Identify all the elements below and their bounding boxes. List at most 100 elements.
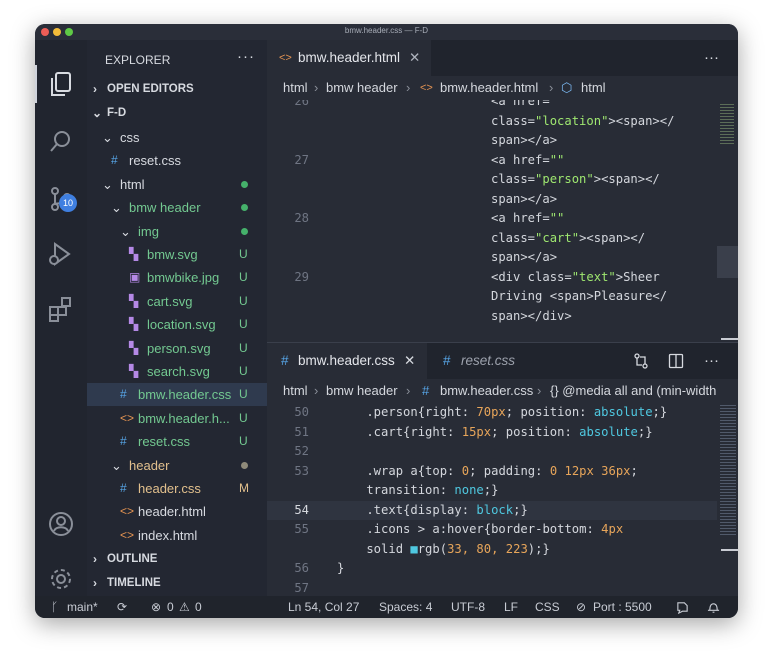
code-text: .text{display: block;} xyxy=(337,501,527,521)
tree-folder[interactable]: ⌄ css xyxy=(87,126,267,149)
code-line[interactable]: 29 <div class="text">Sheer xyxy=(267,268,717,288)
error-count[interactable]: 0 xyxy=(167,596,174,618)
code-line[interactable]: 55 .icons > a:hover{border-bottom: 4px xyxy=(267,520,717,540)
tree-folder[interactable]: ⌄ header xyxy=(87,454,267,477)
feedback-icon[interactable] xyxy=(676,601,689,614)
tree-item-label: img xyxy=(138,223,159,239)
code-line[interactable]: transition: none;} xyxy=(267,481,717,501)
code-line[interactable]: span></a> xyxy=(267,131,717,151)
tree-file[interactable]: ▚ search.svg U xyxy=(87,360,267,383)
errors-icon: ⊗ xyxy=(151,600,162,614)
warning-count[interactable]: 0 xyxy=(195,596,202,618)
code-line[interactable]: class="location"><span></ xyxy=(267,112,717,132)
eol-setting[interactable]: LF xyxy=(504,596,518,618)
breadcrumb-item[interactable]: bmw.header.html xyxy=(440,76,538,100)
cursor-position[interactable]: Ln 54, Col 27 xyxy=(288,596,359,618)
tree-file[interactable]: ▚ person.svg U xyxy=(87,337,267,360)
breadcrumb-item[interactable]: html xyxy=(581,76,606,100)
code-line[interactable]: 51 .cart{right: 15px; position: absolute… xyxy=(267,423,717,443)
language-mode[interactable]: CSS xyxy=(535,596,560,618)
chevron-down-icon: ⌄ xyxy=(111,457,122,473)
code-token: "location" xyxy=(535,113,609,128)
code-token: ; xyxy=(630,463,638,478)
open-editors-section[interactable]: › OPEN EDITORS xyxy=(87,78,267,101)
code-line[interactable]: span></a> xyxy=(267,248,717,268)
breadcrumb-item[interactable]: html xyxy=(283,76,308,100)
code-line[interactable]: class="cart"><span></ xyxy=(267,229,717,249)
breadcrumb-item[interactable]: bmw header xyxy=(326,379,398,403)
top-code-editor[interactable]: 26 <a href= class="location"><span></span>… xyxy=(267,100,717,342)
code-line[interactable]: solid ■rgb(33, 80, 223);} xyxy=(267,540,717,560)
breadcrumb-item[interactable]: bmw header xyxy=(326,76,398,100)
tree-file[interactable]: # header.css M xyxy=(87,477,267,500)
code-token: absolute xyxy=(593,405,653,419)
line-number: 51 xyxy=(294,424,309,439)
breadcrumb-item[interactable]: {} @media all and (min-width xyxy=(550,379,716,403)
code-line[interactable]: 28 <a href="" xyxy=(267,209,717,229)
split-editor-icon[interactable] xyxy=(668,353,684,369)
gear-icon[interactable] xyxy=(47,565,75,593)
bottom-minimap[interactable] xyxy=(717,403,738,596)
account-icon[interactable] xyxy=(47,510,75,538)
tree-file[interactable]: <> index.html xyxy=(87,524,267,547)
code-line[interactable]: Driving <span>Pleasure</ xyxy=(267,287,717,307)
bottom-code-editor[interactable]: 50 .person{right: 70px; position: absolu… xyxy=(267,403,717,596)
live-server-port[interactable]: Port : 5500 xyxy=(593,596,652,618)
code-line[interactable]: span></div> xyxy=(267,307,717,327)
timeline-section[interactable]: › TIMELINE xyxy=(87,572,267,595)
code-line[interactable]: 53 .wrap a{top: 0; padding: 0 12px 36px; xyxy=(267,462,717,482)
code-line[interactable]: 52 xyxy=(267,442,717,462)
css-file-icon: # xyxy=(120,481,127,495)
bottom-pane-more-button[interactable]: ··· xyxy=(704,343,719,379)
tree-folder[interactable]: ⌄ html xyxy=(87,173,267,196)
branch-status[interactable]: main* xyxy=(67,596,98,618)
top-minimap[interactable] xyxy=(717,100,738,342)
close-tab-icon[interactable]: ✕ xyxy=(409,40,420,76)
code-line[interactable]: 50 .person{right: 70px; position: absolu… xyxy=(267,403,717,423)
tree-folder[interactable]: ⌄ bmw header xyxy=(87,196,267,219)
code-line[interactable]: class="person"><span></ xyxy=(267,170,717,190)
tree-file[interactable]: ▚ bmw.svg U xyxy=(87,243,267,266)
no-entry-icon: ⊘ xyxy=(576,600,587,614)
code-token: ; position: xyxy=(505,405,594,419)
explorer-icon[interactable] xyxy=(47,70,75,98)
tab-bmw-header-html[interactable]: <> bmw.header.html ✕ xyxy=(267,40,431,76)
code-line[interactable]: 57 xyxy=(267,579,717,597)
extensions-icon[interactable] xyxy=(47,295,75,323)
tree-file[interactable]: # bmw.header.css U xyxy=(87,383,267,407)
top-pane-more-button[interactable]: ··· xyxy=(704,40,719,76)
close-tab-icon[interactable]: ✕ xyxy=(404,343,415,379)
code-line[interactable]: 27 <a href="" xyxy=(267,151,717,171)
run-debug-icon[interactable] xyxy=(47,240,75,268)
breadcrumb-item[interactable]: bmw.header.css xyxy=(440,379,533,403)
tree-file[interactable]: ▚ location.svg U xyxy=(87,313,267,336)
tab-bmw-header-css[interactable]: # bmw.header.css ✕ xyxy=(267,343,427,379)
code-token: span></div> xyxy=(491,308,572,323)
tree-folder[interactable]: ⌄ img xyxy=(87,220,267,243)
tab-reset-css[interactable]: # reset.css xyxy=(427,343,547,379)
outline-section[interactable]: › OUTLINE xyxy=(87,548,267,571)
code-line[interactable]: 26 <a href= xyxy=(267,100,717,112)
indentation-setting[interactable]: Spaces: 4 xyxy=(379,596,432,618)
tree-file[interactable]: # reset.css U xyxy=(87,430,267,453)
code-text: class="cart"><span></ xyxy=(491,229,645,249)
tree-file[interactable]: ▣ bmwbike.jpg U xyxy=(87,266,267,289)
compare-changes-icon[interactable] xyxy=(633,353,649,369)
explorer-more-button[interactable]: ··· xyxy=(237,48,255,65)
tree-file[interactable]: ▚ cart.svg U xyxy=(87,290,267,313)
svg-file-icon: ▚ xyxy=(129,364,139,378)
editor-area: <> bmw.header.html ✕ ··· html › bmw head… xyxy=(267,40,738,596)
search-icon[interactable] xyxy=(47,128,75,156)
status-bar: ᚴ main* ⟳ ⊗ 0 ⚠ 0 Ln 54, Col 27 Spaces: … xyxy=(35,596,738,618)
breadcrumb-item[interactable]: html xyxy=(283,379,308,403)
project-folder-section[interactable]: ⌄ F-D xyxy=(87,102,267,125)
sync-icon[interactable]: ⟳ xyxy=(117,596,127,618)
code-line[interactable]: 54 .text{display: block;} xyxy=(267,500,717,521)
tree-file[interactable]: <> bmw.header.h... U xyxy=(87,407,267,430)
tree-file[interactable]: <> header.html xyxy=(87,500,267,523)
code-line[interactable]: 56} xyxy=(267,559,717,579)
encoding-setting[interactable]: UTF-8 xyxy=(451,596,485,618)
code-line[interactable]: span></a> xyxy=(267,190,717,210)
tree-file[interactable]: # reset.css xyxy=(87,149,267,172)
bell-icon[interactable] xyxy=(707,601,720,614)
